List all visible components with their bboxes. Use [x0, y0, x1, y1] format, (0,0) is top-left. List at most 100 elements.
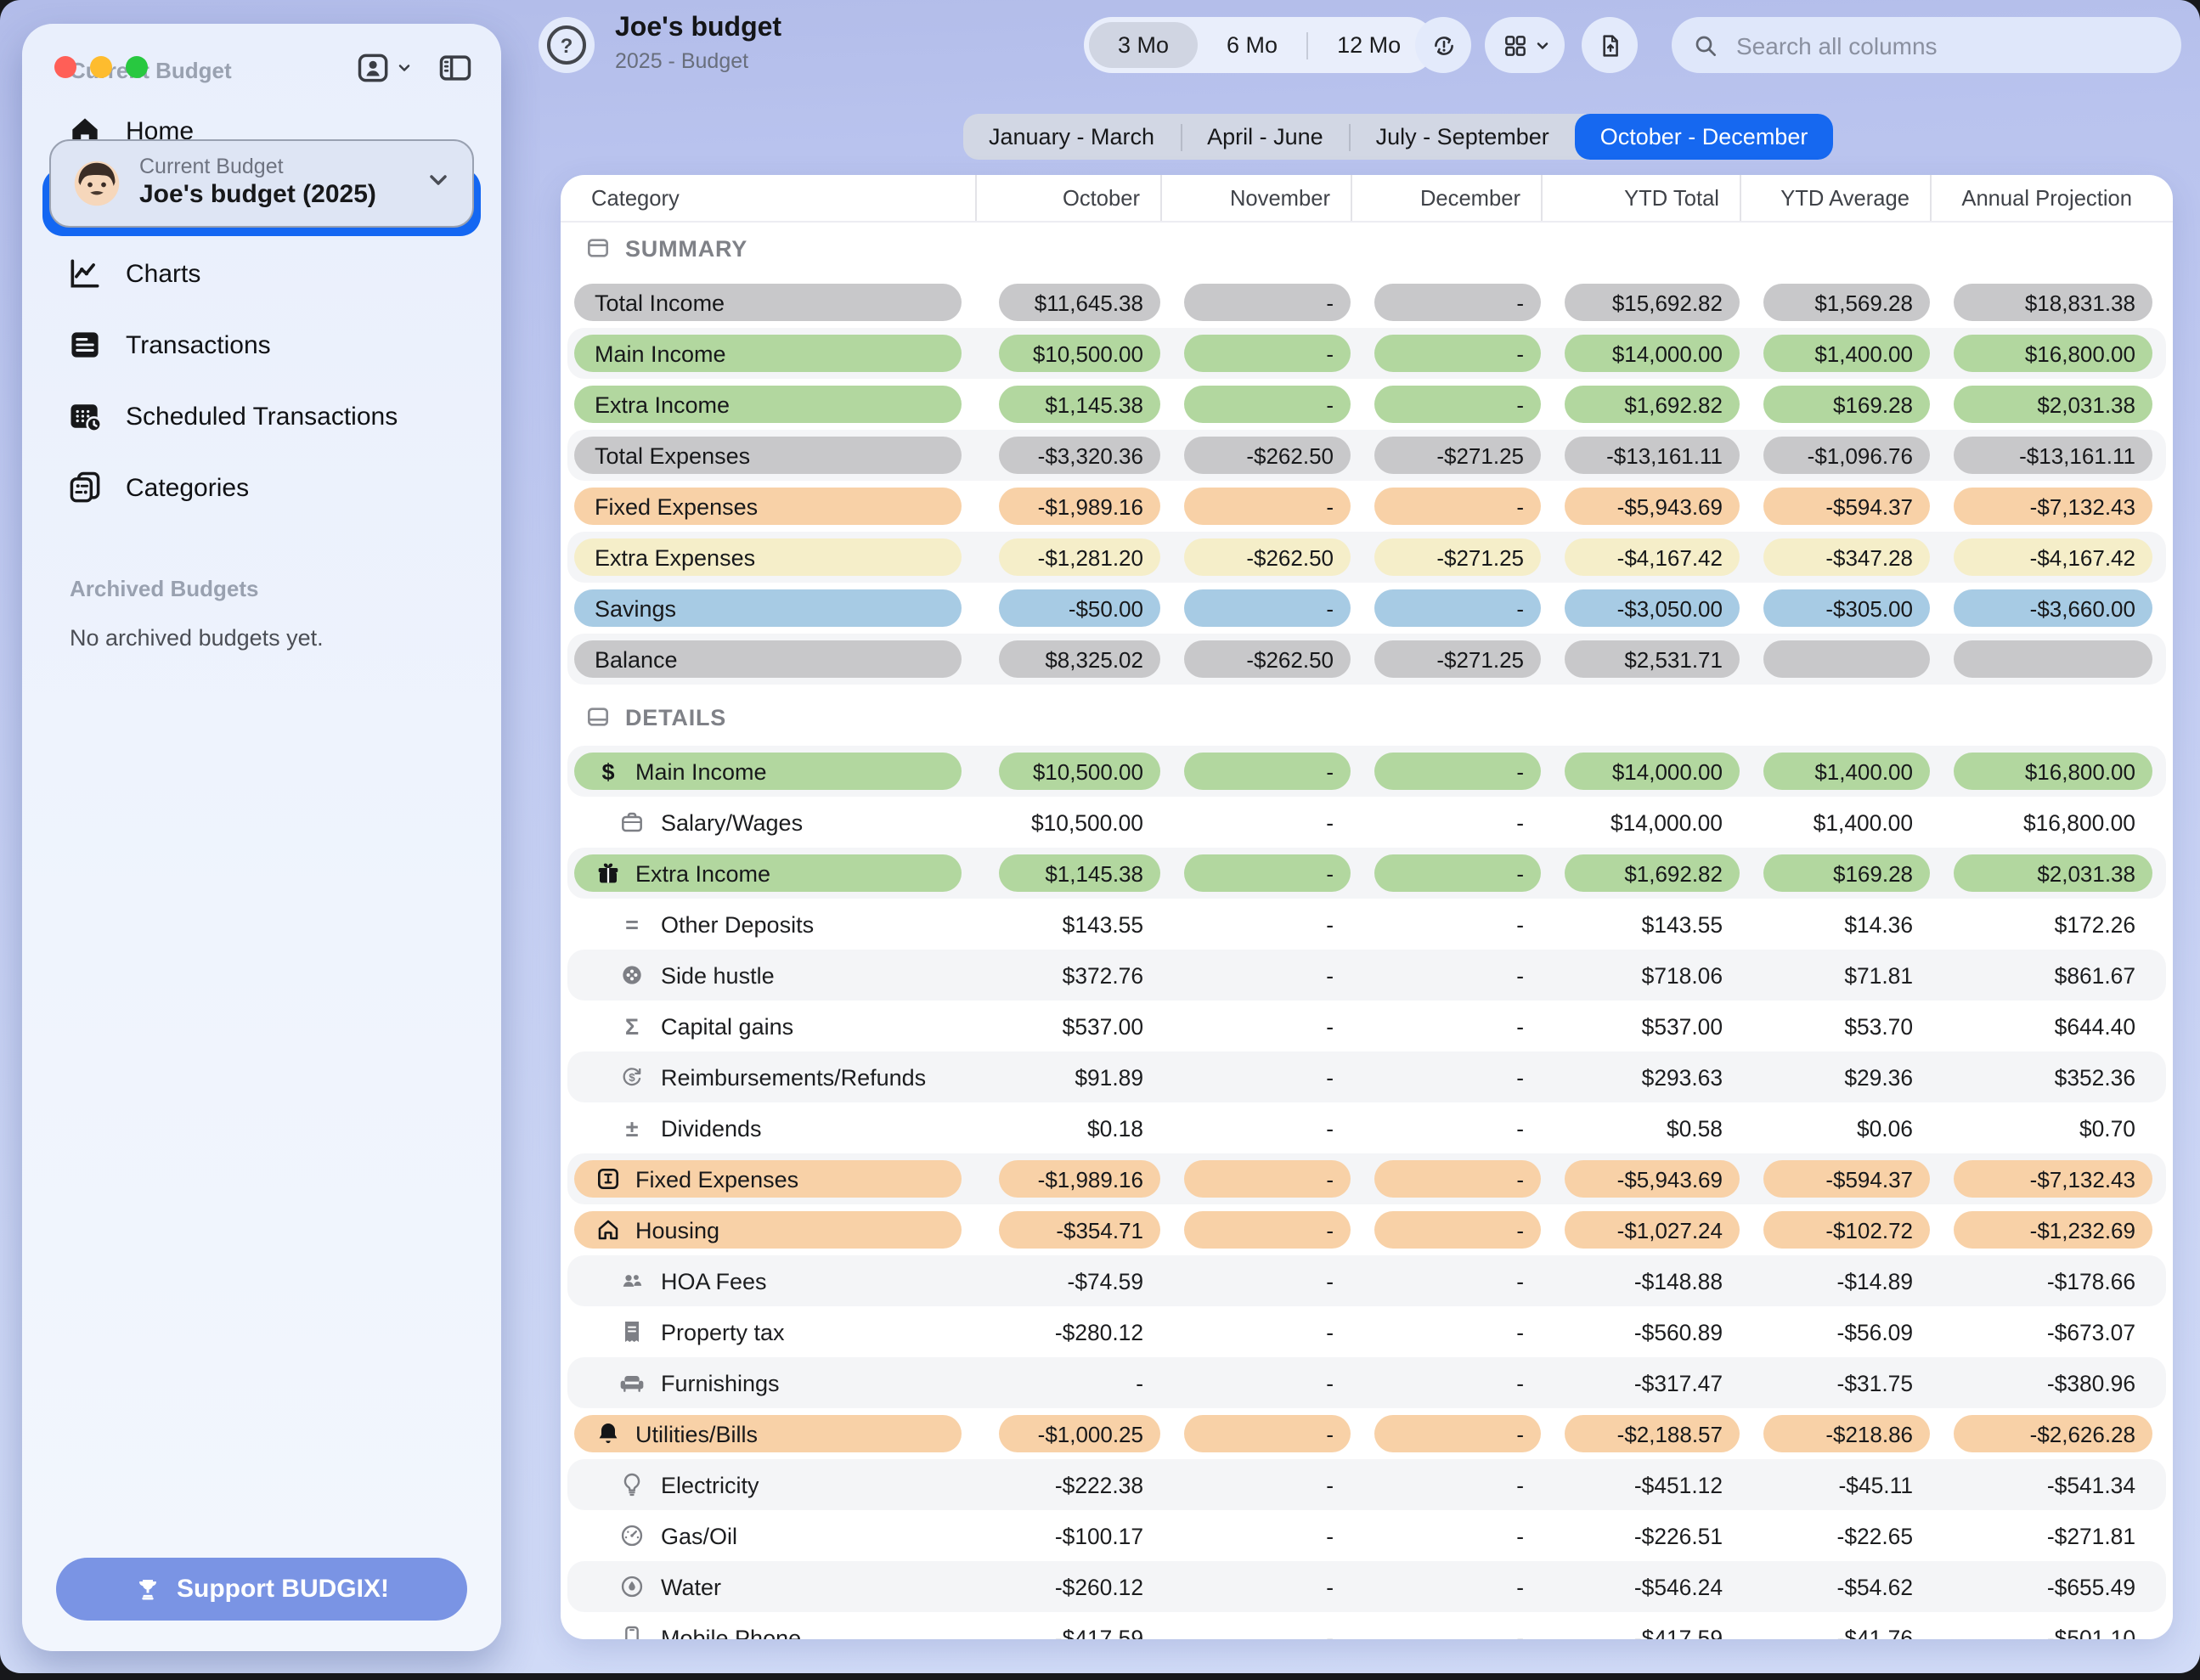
- value-text[interactable]: $0.70: [2079, 1115, 2152, 1141]
- value-text[interactable]: -$560.89: [1634, 1319, 1740, 1345]
- value-text[interactable]: -$31.75: [1837, 1370, 1930, 1395]
- value-text[interactable]: $172.26: [2055, 911, 2152, 937]
- value-text[interactable]: -$41.76: [1837, 1625, 1930, 1639]
- table-row-utilities-bills[interactable]: Utilities/Bills-$1,000.25---$2,188.57-$2…: [567, 1408, 2166, 1459]
- value-text[interactable]: -: [1516, 1523, 1541, 1548]
- table-row-hoa-fees[interactable]: HOA Fees-$74.59---$148.88-$14.89-$178.66: [567, 1255, 2166, 1306]
- value-pill[interactable]: -: [1374, 284, 1541, 321]
- column-header-ytd-average[interactable]: YTD Average: [1740, 175, 1930, 221]
- value-pill[interactable]: -: [1374, 1211, 1541, 1249]
- view-options-button[interactable]: [1485, 17, 1565, 73]
- value-pill[interactable]: -$218.86: [1763, 1415, 1930, 1452]
- value-pill[interactable]: $1,145.38: [999, 386, 1160, 423]
- table-row-savings[interactable]: Savings-$50.00---$3,050.00-$305.00-$3,66…: [567, 583, 2166, 634]
- table-row-salary-wages[interactable]: Salary/Wages$10,500.00--$14,000.00$1,400…: [567, 797, 2166, 848]
- value-text[interactable]: -$271.81: [2047, 1523, 2152, 1548]
- value-text[interactable]: -$546.24: [1634, 1574, 1740, 1599]
- value-text[interactable]: -$417.59: [1055, 1625, 1160, 1639]
- value-text[interactable]: -: [1136, 1370, 1160, 1395]
- close-button[interactable]: [54, 56, 76, 78]
- value-pill[interactable]: $1,569.28: [1763, 284, 1930, 321]
- value-pill[interactable]: -$50.00: [999, 589, 1160, 627]
- value-text[interactable]: -$100.17: [1055, 1523, 1160, 1548]
- value-pill[interactable]: -$1,989.16: [999, 1160, 1160, 1198]
- value-text[interactable]: -: [1326, 1115, 1351, 1141]
- value-pill[interactable]: $14,000.00: [1565, 335, 1740, 372]
- table-row-balance[interactable]: Balance$8,325.02-$262.50-$271.25$2,531.7…: [567, 634, 2166, 685]
- value-pill[interactable]: -: [1374, 1415, 1541, 1452]
- value-pill[interactable]: -$7,132.43: [1954, 488, 2152, 525]
- value-pill[interactable]: -: [1184, 753, 1351, 790]
- sidebar-item-charts[interactable]: Charts: [42, 240, 481, 307]
- value-text[interactable]: -: [1326, 1625, 1351, 1639]
- value-pill[interactable]: $1,400.00: [1763, 335, 1930, 372]
- table-row-mobile-phone[interactable]: Mobile Phone-$417.59---$417.59-$41.76-$5…: [567, 1612, 2166, 1639]
- column-header-october[interactable]: October: [975, 175, 1160, 221]
- value-pill[interactable]: -$1,232.69: [1954, 1211, 2152, 1249]
- value-text[interactable]: $537.00: [1063, 1013, 1160, 1039]
- value-pill[interactable]: -$13,161.11: [1954, 437, 2152, 474]
- value-text[interactable]: -: [1326, 1319, 1351, 1345]
- value-text[interactable]: -$74.59: [1068, 1268, 1160, 1294]
- value-pill[interactable]: $10,500.00: [999, 753, 1160, 790]
- value-pill[interactable]: -: [1374, 1160, 1541, 1198]
- range-option-6-mo[interactable]: 6 Mo: [1198, 22, 1306, 68]
- value-text[interactable]: -: [1516, 1064, 1541, 1090]
- tab-october-december[interactable]: October - December: [1575, 114, 1834, 160]
- value-text[interactable]: -$380.96: [2047, 1370, 2152, 1395]
- value-pill[interactable]: -$262.50: [1184, 538, 1351, 576]
- table-row-property-tax[interactable]: Property tax-$280.12---$560.89-$56.09-$6…: [567, 1306, 2166, 1357]
- table-row-electricity[interactable]: Electricity-$222.38---$451.12-$45.11-$54…: [567, 1459, 2166, 1510]
- value-pill[interactable]: $11,645.38: [999, 284, 1160, 321]
- value-pill[interactable]: [1763, 640, 1930, 678]
- value-pill[interactable]: -: [1184, 488, 1351, 525]
- value-text[interactable]: -: [1326, 1370, 1351, 1395]
- value-pill[interactable]: -$1,281.20: [999, 538, 1160, 576]
- support-button[interactable]: Support BUDGIX!: [56, 1558, 467, 1621]
- value-pill[interactable]: -$5,943.69: [1565, 1160, 1740, 1198]
- value-text[interactable]: -$451.12: [1634, 1472, 1740, 1497]
- value-pill[interactable]: -: [1374, 386, 1541, 423]
- table-row-water[interactable]: Water-$260.12---$546.24-$54.62-$655.49: [567, 1561, 2166, 1612]
- value-text[interactable]: -: [1516, 1472, 1541, 1497]
- value-text[interactable]: -$541.34: [2047, 1472, 2152, 1497]
- value-text[interactable]: -: [1516, 1625, 1541, 1639]
- value-pill[interactable]: -$262.50: [1184, 640, 1351, 678]
- value-text[interactable]: -: [1326, 1574, 1351, 1599]
- value-text[interactable]: -: [1516, 1319, 1541, 1345]
- value-text[interactable]: $1,400.00: [1814, 809, 1930, 835]
- category-pill[interactable]: Savings: [574, 589, 962, 627]
- value-pill[interactable]: -: [1374, 854, 1541, 892]
- value-pill[interactable]: -$7,132.43: [1954, 1160, 2152, 1198]
- value-text[interactable]: -: [1326, 1472, 1351, 1497]
- zoom-button[interactable]: [126, 56, 148, 78]
- value-pill[interactable]: $8,325.02: [999, 640, 1160, 678]
- sidebar-item-categories[interactable]: Categories: [42, 454, 481, 521]
- value-text[interactable]: $143.55: [1063, 911, 1160, 937]
- value-text[interactable]: -$54.62: [1837, 1574, 1930, 1599]
- value-pill[interactable]: -$2,626.28: [1954, 1415, 2152, 1452]
- category-pill[interactable]: Extra Income: [574, 386, 962, 423]
- value-text[interactable]: -$148.88: [1634, 1268, 1740, 1294]
- value-text[interactable]: -: [1326, 1523, 1351, 1548]
- value-pill[interactable]: $1,692.82: [1565, 854, 1740, 892]
- value-pill[interactable]: -: [1374, 589, 1541, 627]
- value-pill[interactable]: $2,031.38: [1954, 854, 2152, 892]
- table-row-total-expenses[interactable]: Total Expenses-$3,320.36-$262.50-$271.25…: [567, 430, 2166, 481]
- value-pill[interactable]: $169.28: [1763, 386, 1930, 423]
- category-pill[interactable]: Housing: [574, 1211, 962, 1249]
- value-text[interactable]: -: [1516, 809, 1541, 835]
- minimize-button[interactable]: [90, 56, 112, 78]
- value-text[interactable]: $10,500.00: [1031, 809, 1160, 835]
- table-row-side-hustle[interactable]: Side hustle$372.76--$718.06$71.81$861.67: [567, 950, 2166, 1001]
- value-text[interactable]: -: [1326, 1268, 1351, 1294]
- value-pill[interactable]: $15,692.82: [1565, 284, 1740, 321]
- value-text[interactable]: $352.36: [2055, 1064, 2152, 1090]
- sidebar-toggle-icon[interactable]: [437, 49, 474, 87]
- value-text[interactable]: -: [1516, 1574, 1541, 1599]
- value-pill[interactable]: -$3,660.00: [1954, 589, 2152, 627]
- value-text[interactable]: $861.67: [2055, 962, 2152, 988]
- value-pill[interactable]: -$271.25: [1374, 640, 1541, 678]
- value-text[interactable]: $16,800.00: [2023, 809, 2152, 835]
- sidebar-item-transactions[interactable]: Transactions: [42, 311, 481, 379]
